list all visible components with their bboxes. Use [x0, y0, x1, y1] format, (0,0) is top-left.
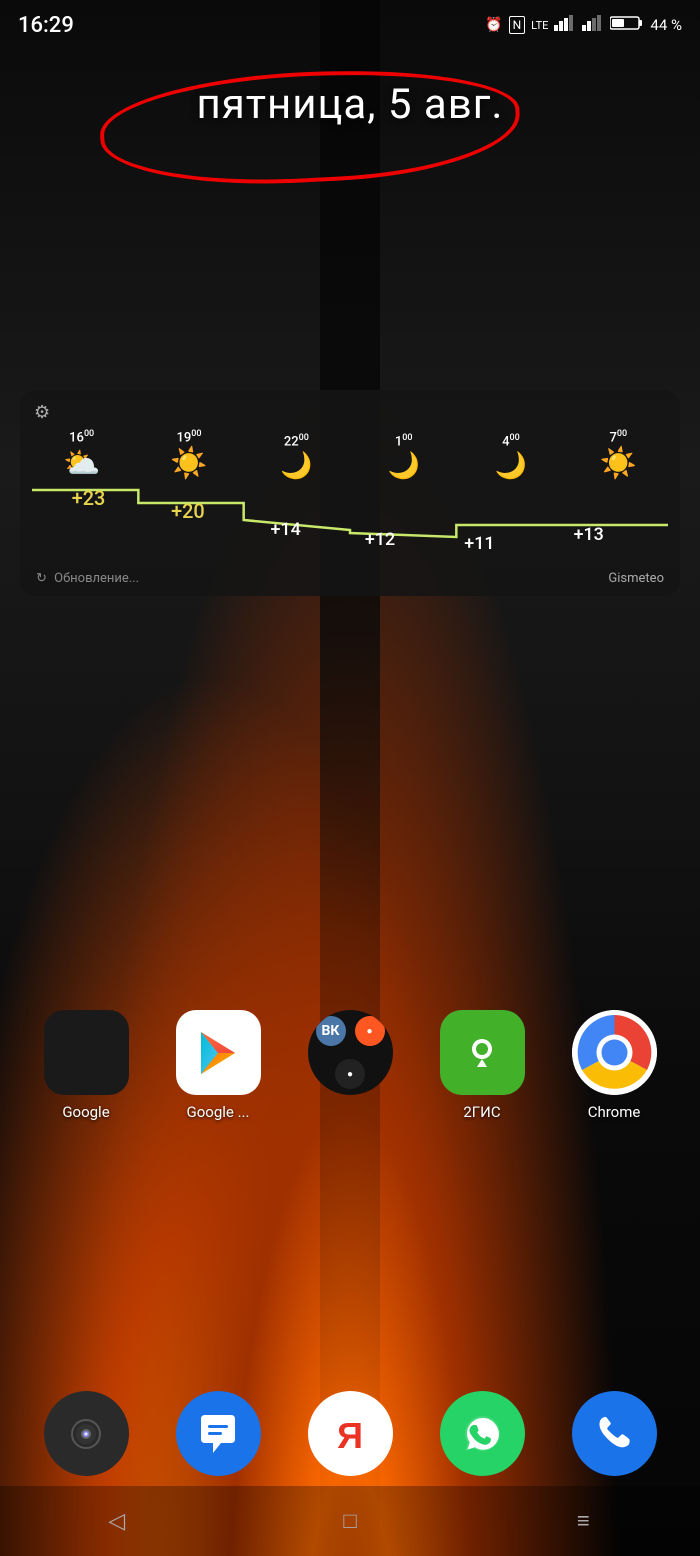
whatsapp-dock-item[interactable] [432, 1391, 532, 1476]
weather-hour-0: 1600 [69, 429, 94, 445]
2gis-app-icon[interactable] [440, 1010, 525, 1095]
svg-text:Я: Я [337, 1415, 363, 1456]
weather-slot-4: 400 🌙 [457, 433, 564, 479]
vk-folder-icon[interactable]: ВК ● ● [308, 1010, 393, 1095]
camera-dock-icon[interactable] [44, 1391, 129, 1476]
lte-icon: LTE [531, 19, 548, 32]
weather-icon-0: ⛅ [63, 449, 100, 479]
weather-hour-4: 400 [502, 433, 520, 449]
svg-text:+12: +12 [365, 529, 395, 550]
nav-home-icon: □ [343, 1508, 356, 1534]
weather-hours: 1600 ⛅ 1900 ☀️ 2200 🌙 100 🌙 400 🌙 700 ☀️ [28, 429, 672, 479]
weather-slot-3: 100 🌙 [350, 433, 457, 479]
weather-slot-5: 700 ☀️ [565, 429, 672, 479]
2gis-app-label: 2ГИС [463, 1103, 500, 1121]
weather-icon-4: 🌙 [495, 453, 527, 479]
weather-hour-2: 2200 [284, 433, 309, 449]
weather-hour-1: 1900 [176, 429, 201, 445]
weather-hour-5: 700 [609, 429, 627, 445]
weather-source: Gismeteo [608, 571, 664, 586]
phone-dock-item[interactable] [564, 1391, 664, 1476]
weather-slot-2: 2200 🌙 [243, 433, 350, 479]
weather-widget[interactable]: ⚙ 1600 ⛅ 1900 ☀️ 2200 🌙 100 🌙 400 🌙 700 [20, 390, 680, 596]
svg-text:+13: +13 [574, 524, 604, 545]
messages-dock-item[interactable] [168, 1391, 268, 1476]
status-bar: 16:29 ⏰ N LTE [0, 0, 700, 50]
weather-footer: ↻ Обновление... Gismeteo [28, 567, 672, 586]
chrome-app-label: Chrome [588, 1103, 641, 1121]
alarm-icon: ⏰ [485, 17, 502, 33]
battery-percent: 44 % [650, 16, 682, 34]
svg-text:+14: +14 [271, 519, 301, 540]
google-app-icon[interactable] [44, 1010, 129, 1095]
play-store-label: Google ... [187, 1103, 250, 1121]
weather-icon-2: 🌙 [280, 453, 312, 479]
dock: Я [0, 1391, 700, 1476]
temp-chart-svg: +23 +20 +14 +12 +11 +13 [32, 485, 668, 555]
weather-slot-0: 1600 ⛅ [28, 429, 135, 479]
yandex-dock-icon[interactable]: Я [308, 1391, 393, 1476]
google-app-label: Google [62, 1103, 109, 1121]
chrome-app-icon[interactable] [572, 1010, 657, 1095]
svg-text:+20: +20 [171, 500, 205, 523]
yandex-dock-item[interactable]: Я [300, 1391, 400, 1476]
phone-dock-icon[interactable] [572, 1391, 657, 1476]
svg-text:+23: +23 [72, 487, 106, 510]
status-icons: ⏰ N LTE 44 % [485, 15, 682, 35]
nav-home-button[interactable]: □ [320, 1501, 380, 1541]
weather-icon-5: ☀️ [600, 449, 637, 479]
background-cross [320, 0, 380, 1556]
camera-dock-item[interactable] [36, 1391, 136, 1476]
nav-back-icon: ◁ [108, 1509, 125, 1534]
apps-grid: Google [0, 1010, 700, 1121]
temp-chart-container: +23 +20 +14 +12 +11 +13 [28, 479, 672, 561]
nav-back-button[interactable]: ◁ [87, 1501, 147, 1541]
signal2-icon [582, 15, 604, 35]
vk-folder-item[interactable]: ВК ● ● [290, 1010, 410, 1121]
play-store-icon[interactable] [176, 1010, 261, 1095]
nav-recents-button[interactable]: ≡ [553, 1501, 613, 1541]
nav-bar: ◁ □ ≡ [0, 1486, 700, 1556]
nfc-icon: N [509, 16, 526, 34]
messages-dock-icon[interactable] [176, 1391, 261, 1476]
signal-icon [554, 15, 576, 35]
weather-hour-3: 100 [395, 433, 413, 449]
refresh-icon: ↻ [36, 571, 47, 586]
weather-header: ⚙ [28, 402, 672, 423]
status-time: 16:29 [18, 13, 74, 38]
whatsapp-dock-icon[interactable] [440, 1391, 525, 1476]
battery-indicator [610, 15, 644, 35]
weather-icon-1: ☀️ [170, 449, 207, 479]
svg-text:+11: +11 [464, 533, 494, 554]
2gis-app-item[interactable]: 2ГИС [422, 1010, 542, 1121]
play-store-item[interactable]: Google ... [158, 1010, 278, 1121]
nav-recents-icon: ≡ [577, 1508, 590, 1534]
weather-icon-3: 🌙 [387, 453, 419, 479]
weather-gear-icon[interactable]: ⚙ [34, 402, 50, 423]
chrome-app-item[interactable]: Chrome [554, 1010, 674, 1121]
google-app-item[interactable]: Google [26, 1010, 146, 1121]
weather-slot-1: 1900 ☀️ [135, 429, 242, 479]
weather-update-label: ↻ Обновление... [36, 571, 139, 586]
